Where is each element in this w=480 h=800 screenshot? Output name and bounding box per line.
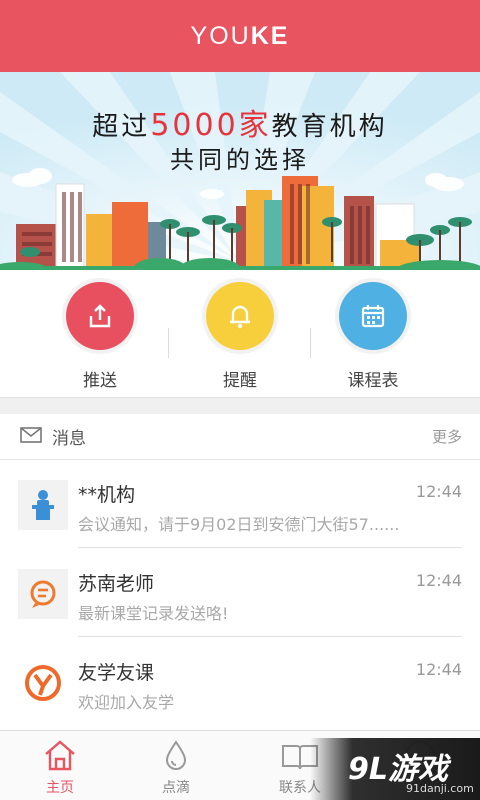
chat-bubble-icon	[18, 569, 68, 619]
banner-subheadline: 共同的选择	[170, 146, 310, 174]
divider	[310, 328, 311, 358]
message-preview: 会议通知，请于9月02日到安德门大街57......	[78, 515, 400, 534]
action-push[interactable]: 推送	[40, 282, 160, 391]
message-sender: **机构	[78, 484, 136, 506]
action-push-label: 推送	[83, 371, 117, 391]
bell-icon	[206, 282, 274, 350]
messages-panel: 消息 更多 **机构 12:44 会议通知，请于9月02日到安德门大街57...…	[0, 414, 480, 730]
home-icon	[0, 731, 120, 771]
message-time: 12:44	[415, 482, 462, 501]
message-preview: 最新课堂记录发送咯!	[78, 604, 229, 623]
more-link[interactable]: 更多	[432, 426, 462, 447]
tab-home-label: 主页	[46, 780, 74, 796]
promo-banner[interactable]: 超过5000家教育机构 共同的选择	[0, 72, 480, 270]
tab-moments-label: 点滴	[162, 780, 190, 796]
action-remind-label: 提醒	[223, 371, 257, 391]
message-time: 12:44	[415, 660, 462, 679]
share-icon	[66, 282, 134, 350]
tab-moments[interactable]: 点滴	[116, 731, 236, 800]
message-item[interactable]: 友学友课 12:44 欢迎加入友学	[0, 638, 480, 726]
action-schedule[interactable]: 课程表	[313, 282, 433, 391]
site-watermark: 9L游戏 91danji.com	[310, 738, 480, 800]
youke-logo-icon	[18, 658, 68, 708]
message-time: 12:44	[415, 571, 462, 590]
drop-icon	[116, 731, 236, 771]
message-item[interactable]: 苏南老师 12:44 最新课堂记录发送咯!	[0, 549, 480, 637]
action-remind[interactable]: 提醒	[180, 282, 300, 391]
message-preview: 欢迎加入友学	[78, 693, 175, 712]
quick-actions: 推送 提醒 课程表	[0, 270, 480, 398]
calendar-icon	[339, 282, 407, 350]
watermark-url: 91danji.com	[406, 782, 474, 795]
divider	[78, 547, 462, 548]
messages-title: 消息	[52, 429, 86, 449]
tab-home[interactable]: 主页	[0, 731, 120, 800]
message-item[interactable]: **机构 12:44 会议通知，请于9月02日到安德门大街57......	[0, 460, 480, 548]
speaker-podium-icon	[18, 480, 68, 530]
action-schedule-label: 课程表	[347, 371, 399, 391]
messages-header: 消息 更多	[0, 414, 480, 460]
app-header: YOUKE	[0, 0, 480, 72]
divider	[78, 636, 462, 637]
mail-icon	[20, 426, 42, 447]
divider	[168, 328, 169, 358]
message-sender: 苏南老师	[78, 573, 155, 595]
app-title: YOUKE	[190, 21, 290, 50]
banner-headline: 超过5000家教育机构	[92, 108, 388, 143]
message-sender: 友学友课	[78, 662, 155, 684]
